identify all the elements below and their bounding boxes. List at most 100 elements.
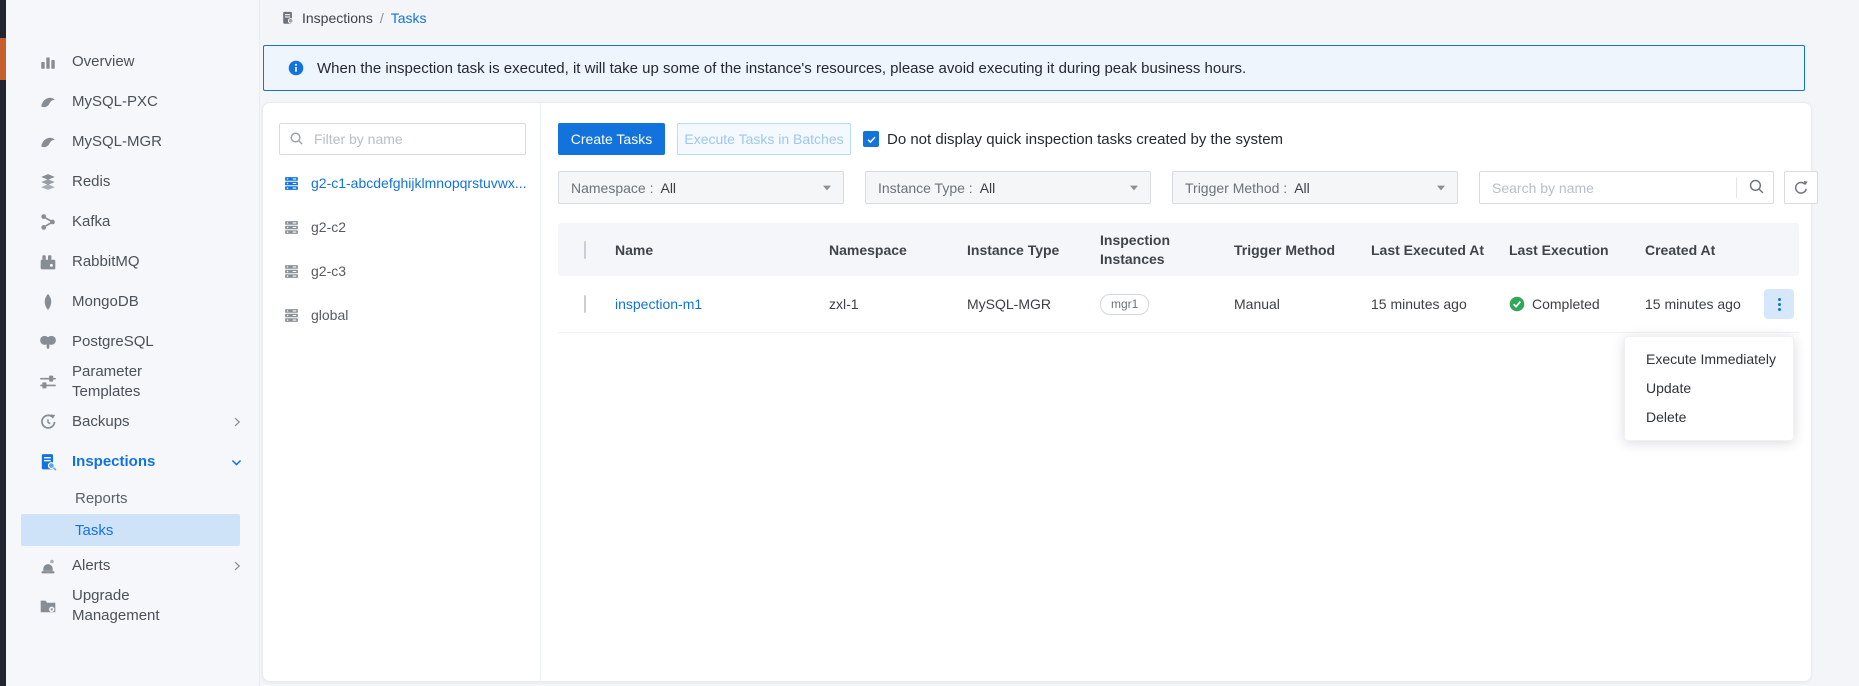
search-icon[interactable] (1748, 178, 1765, 195)
column-header-last-executed-at: Last Executed At (1371, 242, 1509, 258)
cluster-item[interactable]: g2-c1-abcdefghijklmnopqrstuvwx... (263, 161, 540, 205)
sidebar-item-reports[interactable]: Reports (6, 482, 259, 514)
table-row: inspection-m1 zxl-1 MySQL-MGR mgr1 Manua… (558, 276, 1799, 333)
column-header-name: Name (615, 242, 829, 258)
breadcrumb-current[interactable]: Tasks (391, 10, 427, 26)
kafka-network-icon (39, 213, 57, 231)
namespace-filter-dropdown[interactable]: Namespace : All (558, 171, 844, 204)
execution-status: Completed (1509, 296, 1645, 312)
refresh-button[interactable] (1784, 171, 1818, 204)
breadcrumb-section[interactable]: Inspections (302, 10, 373, 26)
sidebar-item-redis[interactable]: Redis (6, 162, 259, 202)
info-banner: When the inspection task is executed, it… (263, 45, 1805, 91)
row-context-menu: Execute Immediately Update Delete (1624, 336, 1794, 441)
refresh-icon (1793, 180, 1809, 196)
inspections-icon (39, 453, 57, 471)
caret-down-icon (1129, 184, 1139, 192)
cluster-panel: g2-c1-abcdefghijklmnopqrstuvwx... g2-c2 … (263, 103, 541, 681)
mongodb-leaf-icon (39, 293, 57, 311)
task-search-input[interactable] (1479, 171, 1774, 204)
trigger-method-filter-label: Trigger Method : (1185, 180, 1287, 196)
column-header-inspection-instances: Inspection Instances (1100, 231, 1186, 269)
cluster-item[interactable]: global (263, 293, 540, 337)
sidebar-item-postgresql[interactable]: PostgreSQL (6, 322, 259, 362)
sidebar-item-alerts[interactable]: Alerts (6, 546, 259, 586)
menu-item-execute-immediately[interactable]: Execute Immediately (1625, 345, 1793, 374)
status-text: Completed (1532, 296, 1600, 312)
breadcrumb: Inspections / Tasks (281, 10, 427, 26)
tasks-panel: Create Tasks Execute Tasks in Batches Do… (541, 103, 1811, 681)
sidebar-item-label: MongoDB (72, 292, 139, 312)
parameter-templates-icon (39, 373, 57, 391)
sidebar-item-label: Kafka (72, 212, 110, 232)
menu-item-update[interactable]: Update (1625, 374, 1793, 403)
menu-item-delete[interactable]: Delete (1625, 403, 1793, 432)
task-created-at: 15 minutes ago (1645, 296, 1764, 312)
cluster-name: g2-c1-abcdefghijklmnopqrstuvwx... (311, 175, 526, 191)
select-all-checkbox[interactable] (584, 241, 586, 259)
instance-type-filter-label: Instance Type : (878, 180, 973, 196)
caret-down-icon (822, 184, 832, 192)
instance-type-filter-dropdown[interactable]: Instance Type : All (865, 171, 1151, 204)
alerts-siren-icon (39, 557, 57, 575)
sidebar-subitem-label: Reports (75, 490, 128, 507)
cluster-list: g2-c1-abcdefghijklmnopqrstuvwx... g2-c2 … (263, 161, 540, 337)
sidebar-item-mongodb[interactable]: MongoDB (6, 282, 259, 322)
sidebar-item-label: Alerts (72, 556, 110, 576)
hide-quick-tasks-checkbox[interactable] (863, 131, 879, 147)
sidebar-item-overview[interactable]: Overview (6, 42, 259, 82)
execute-batches-button[interactable]: Execute Tasks in Batches (677, 123, 851, 155)
chevron-right-icon (231, 416, 243, 428)
sidebar: Overview MySQL-PXC MySQL-MGR Redis Kafka… (6, 0, 260, 686)
sidebar-item-upgrade-management[interactable]: Upgrade Management (6, 586, 259, 626)
sidebar-item-inspections[interactable]: Inspections (6, 442, 259, 482)
task-namespace: zxl-1 (829, 296, 967, 312)
cluster-icon (283, 263, 300, 280)
task-name-link[interactable]: inspection-m1 (615, 296, 702, 312)
sidebar-item-rabbitmq[interactable]: RabbitMQ (6, 242, 259, 282)
cluster-icon (283, 307, 300, 324)
mysql-dolphin-icon (39, 133, 57, 151)
sidebar-item-parameter-templates[interactable]: Parameter Templates (6, 362, 259, 402)
sidebar-item-label: MySQL-PXC (72, 92, 158, 112)
sidebar-item-tasks[interactable]: Tasks (21, 514, 240, 546)
row-checkbox[interactable] (584, 295, 586, 313)
inspections-breadcrumb-icon (281, 11, 295, 25)
search-divider (1736, 177, 1737, 198)
chevron-right-icon (231, 560, 243, 572)
sidebar-item-mysql-mgr[interactable]: MySQL-MGR (6, 122, 259, 162)
sidebar-item-label: Backups (72, 412, 130, 432)
search-icon (289, 131, 304, 146)
chevron-down-icon (230, 456, 243, 469)
sidebar-item-label: RabbitMQ (72, 252, 140, 272)
overview-icon (39, 53, 57, 71)
inspection-instance-tag: mgr1 (1100, 294, 1149, 315)
namespace-filter-value: All (660, 180, 676, 196)
trigger-method-filter-dropdown[interactable]: Trigger Method : All (1172, 171, 1458, 204)
sidebar-item-mysql-pxc[interactable]: MySQL-PXC (6, 82, 259, 122)
cluster-filter-input[interactable] (279, 123, 526, 155)
cluster-item[interactable]: g2-c2 (263, 205, 540, 249)
task-search (1479, 171, 1774, 204)
create-tasks-button[interactable]: Create Tasks (558, 123, 665, 155)
sidebar-item-label: Inspections (72, 452, 155, 472)
sidebar-item-label: Redis (72, 172, 110, 192)
banner-text: When the inspection task is executed, it… (317, 60, 1246, 77)
sidebar-item-label: Parameter Templates (72, 362, 190, 402)
task-last-executed-at: 15 minutes ago (1371, 296, 1509, 312)
cluster-filter (279, 123, 526, 155)
sidebar-subitem-label: Tasks (75, 522, 113, 539)
sidebar-item-label: PostgreSQL (72, 332, 154, 352)
sidebar-item-kafka[interactable]: Kafka (6, 202, 259, 242)
trigger-method-filter-value: All (1294, 180, 1310, 196)
toolbar: Create Tasks Execute Tasks in Batches Do… (558, 123, 1283, 155)
sidebar-item-label: Upgrade Management (72, 586, 190, 626)
completed-check-icon (1509, 296, 1525, 312)
redis-layers-icon (39, 173, 57, 191)
task-instance-type: MySQL-MGR (967, 296, 1100, 312)
cluster-item[interactable]: g2-c3 (263, 249, 540, 293)
sidebar-item-backups[interactable]: Backups (6, 402, 259, 442)
row-actions-kebab-button[interactable] (1764, 289, 1794, 319)
cluster-name: global (311, 307, 348, 323)
sidebar-item-label: Overview (72, 52, 135, 72)
